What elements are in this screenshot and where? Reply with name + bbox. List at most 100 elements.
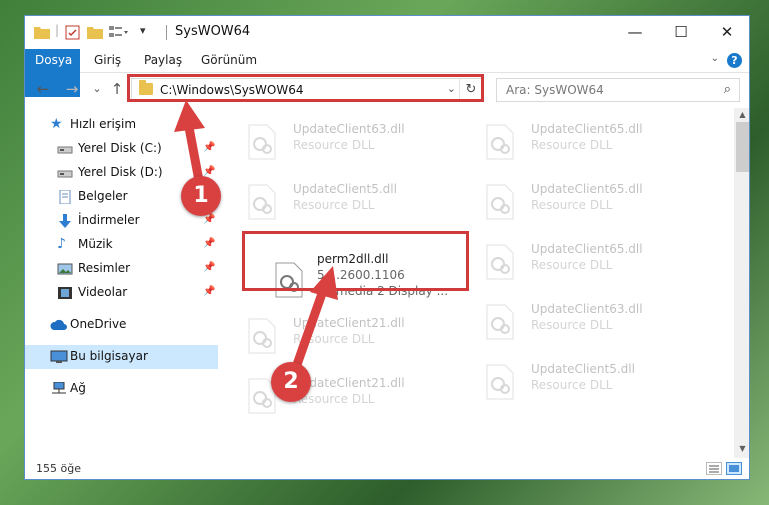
- item-count: 155 öğe: [36, 462, 81, 475]
- sidebar-item-label: Yerel Disk (D:): [78, 165, 163, 179]
- vertical-scrollbar[interactable]: ▲ ▼: [734, 108, 749, 458]
- file-item[interactable]: UpdateClient21.dll Resource DLL: [241, 372, 461, 420]
- tab-home[interactable]: Giriş: [84, 49, 131, 72]
- sidebar-item-downloads[interactable]: İndirmeler 📌: [25, 209, 218, 233]
- sidebar-item-videos[interactable]: Videolar 📌: [25, 281, 218, 305]
- scroll-down-icon[interactable]: ▼: [734, 444, 749, 453]
- minimize-button[interactable]: —: [612, 16, 658, 48]
- file-name: UpdateClient63.dll: [293, 122, 405, 136]
- search-input[interactable]: Ara: SysWOW64: [506, 83, 604, 97]
- pin-icon[interactable]: 📌: [203, 214, 215, 225]
- file-item[interactable]: UpdateClient63.dll Resource DLL: [479, 298, 699, 346]
- file-item[interactable]: UpdateClient65.dll Resource DLL: [479, 178, 699, 226]
- expand-ribbon-icon[interactable]: ⌄: [711, 53, 719, 64]
- scroll-thumb[interactable]: [736, 122, 749, 172]
- back-button[interactable]: ←: [33, 79, 53, 99]
- tab-share[interactable]: Paylaş: [134, 49, 192, 72]
- computer-icon: [50, 350, 68, 364]
- sidebar-item-label: OneDrive: [70, 317, 127, 331]
- up-button[interactable]: ↑: [107, 79, 127, 99]
- address-bar[interactable]: C:\Windows\SysWOW64 ⌄ ↻: [131, 78, 483, 102]
- network-icon: [50, 381, 66, 396]
- pin-icon[interactable]: 📌: [203, 262, 215, 273]
- chevron-down-icon[interactable]: ⌄: [447, 82, 456, 95]
- sidebar-item-label: Müzik: [78, 237, 113, 251]
- customize-toolbar-icon[interactable]: ▾: [140, 24, 146, 37]
- sidebar-item-this-pc[interactable]: Bu bilgisayar: [25, 345, 218, 369]
- file-description: Resource DLL: [293, 332, 375, 346]
- file-description: Permedia 2 Display ...: [317, 284, 449, 298]
- sidebar-item-quick-access[interactable]: ★ Hızlı erişim: [25, 113, 218, 137]
- pin-icon[interactable]: 📌: [203, 166, 215, 177]
- properties-icon[interactable]: [65, 25, 80, 43]
- new-folder-icon[interactable]: [87, 25, 103, 42]
- file-name: UpdateClient65.dll: [531, 242, 643, 256]
- music-icon: ♪: [57, 236, 66, 252]
- file-version: 5.1.2600.1106: [317, 268, 405, 282]
- file-description: Resource DLL: [531, 258, 613, 272]
- sidebar-item-label: Ağ: [70, 381, 86, 395]
- dll-file-icon: [248, 378, 276, 414]
- file-description: Resource DLL: [531, 378, 613, 392]
- navigation-bar: ← → ⌄ ↑ C:\Windows\SysWOW64 ⌄ ↻ Ara: Sys…: [25, 73, 749, 107]
- sidebar-item-label: Resimler: [78, 261, 131, 275]
- window-title: SysWOW64: [175, 24, 251, 39]
- documents-icon: [57, 189, 73, 205]
- file-name: UpdateClient63.dll: [531, 302, 643, 316]
- qa-separator: |: [55, 23, 60, 37]
- file-name: UpdateClient5.dll: [531, 362, 635, 376]
- close-button[interactable]: ✕: [704, 16, 749, 48]
- sidebar-item-documents[interactable]: Belgeler 📌: [25, 185, 218, 209]
- sidebar-item-label: Bu bilgisayar: [70, 349, 148, 363]
- pin-icon[interactable]: 📌: [203, 142, 215, 153]
- sidebar-item-label: İndirmeler: [78, 213, 140, 227]
- file-description: Resource DLL: [293, 198, 375, 212]
- file-item-perm2dll[interactable]: perm2dll.dll 5.1.2600.1106 Permedia 2 Di…: [266, 248, 486, 298]
- sidebar-item-pictures[interactable]: Resimler 📌: [25, 257, 218, 281]
- ribbon-tabs: Dosya Giriş Paylaş Görünüm ⌄ ?: [25, 49, 749, 97]
- address-path[interactable]: C:\Windows\SysWOW64: [160, 83, 304, 97]
- status-bar: 155 öğe: [25, 458, 749, 479]
- forward-button[interactable]: →: [62, 79, 82, 99]
- dll-file-icon: [486, 184, 514, 220]
- sidebar-item-disk-c[interactable]: Yerel Disk (C:) 📌: [25, 137, 218, 161]
- file-name: UpdateClient21.dll: [293, 376, 405, 390]
- pin-icon[interactable]: 📌: [203, 190, 215, 201]
- sidebar-item-music[interactable]: ♪ Müzik 📌: [25, 233, 218, 257]
- refresh-button[interactable]: ↻: [459, 79, 482, 101]
- tiles-view-icon[interactable]: [726, 462, 742, 475]
- cloud-icon: [50, 318, 67, 332]
- search-icon: ⌕: [723, 82, 731, 97]
- sidebar-item-label: Belgeler: [78, 189, 128, 203]
- folder-icon: [139, 80, 153, 95]
- tab-view[interactable]: Görünüm: [191, 49, 267, 72]
- title-separator: [166, 25, 167, 40]
- sidebar-item-onedrive[interactable]: OneDrive: [25, 313, 218, 337]
- file-item[interactable]: UpdateClient65.dll Resource DLL: [479, 238, 699, 286]
- details-view-icon[interactable]: [706, 462, 722, 475]
- recent-locations-button[interactable]: ⌄: [87, 79, 107, 99]
- file-description: Resource DLL: [531, 318, 613, 332]
- title-bar: | ▾ SysWOW64 — ☐ ✕: [25, 16, 749, 49]
- sidebar-item-network[interactable]: Ağ: [25, 377, 218, 401]
- file-item[interactable]: UpdateClient21.dll Resource DLL: [241, 312, 461, 360]
- download-icon: [57, 214, 73, 228]
- pin-icon[interactable]: 📌: [203, 238, 215, 249]
- help-button[interactable]: ?: [727, 53, 742, 68]
- file-item[interactable]: UpdateClient65.dll Resource DLL: [479, 118, 699, 166]
- pin-icon[interactable]: 📌: [203, 286, 215, 297]
- maximize-button[interactable]: ☐: [658, 16, 704, 48]
- search-box[interactable]: Ara: SysWOW64 ⌕: [496, 78, 740, 102]
- scroll-up-icon[interactable]: ▲: [734, 110, 749, 119]
- file-name: UpdateClient65.dll: [531, 122, 643, 136]
- view-options-icon[interactable]: [109, 25, 129, 42]
- file-description: Resource DLL: [531, 138, 613, 152]
- folder-icon: [34, 25, 50, 42]
- sidebar-item-disk-d[interactable]: Yerel Disk (D:) 📌: [25, 161, 218, 185]
- file-name: UpdateClient65.dll: [531, 182, 643, 196]
- file-item[interactable]: UpdateClient63.dll Resource DLL: [241, 118, 461, 166]
- dll-file-icon: [486, 124, 514, 160]
- file-item[interactable]: UpdateClient5.dll Resource DLL: [479, 358, 699, 406]
- file-item[interactable]: UpdateClient5.dll Resource DLL: [241, 178, 461, 226]
- video-icon: [57, 286, 73, 300]
